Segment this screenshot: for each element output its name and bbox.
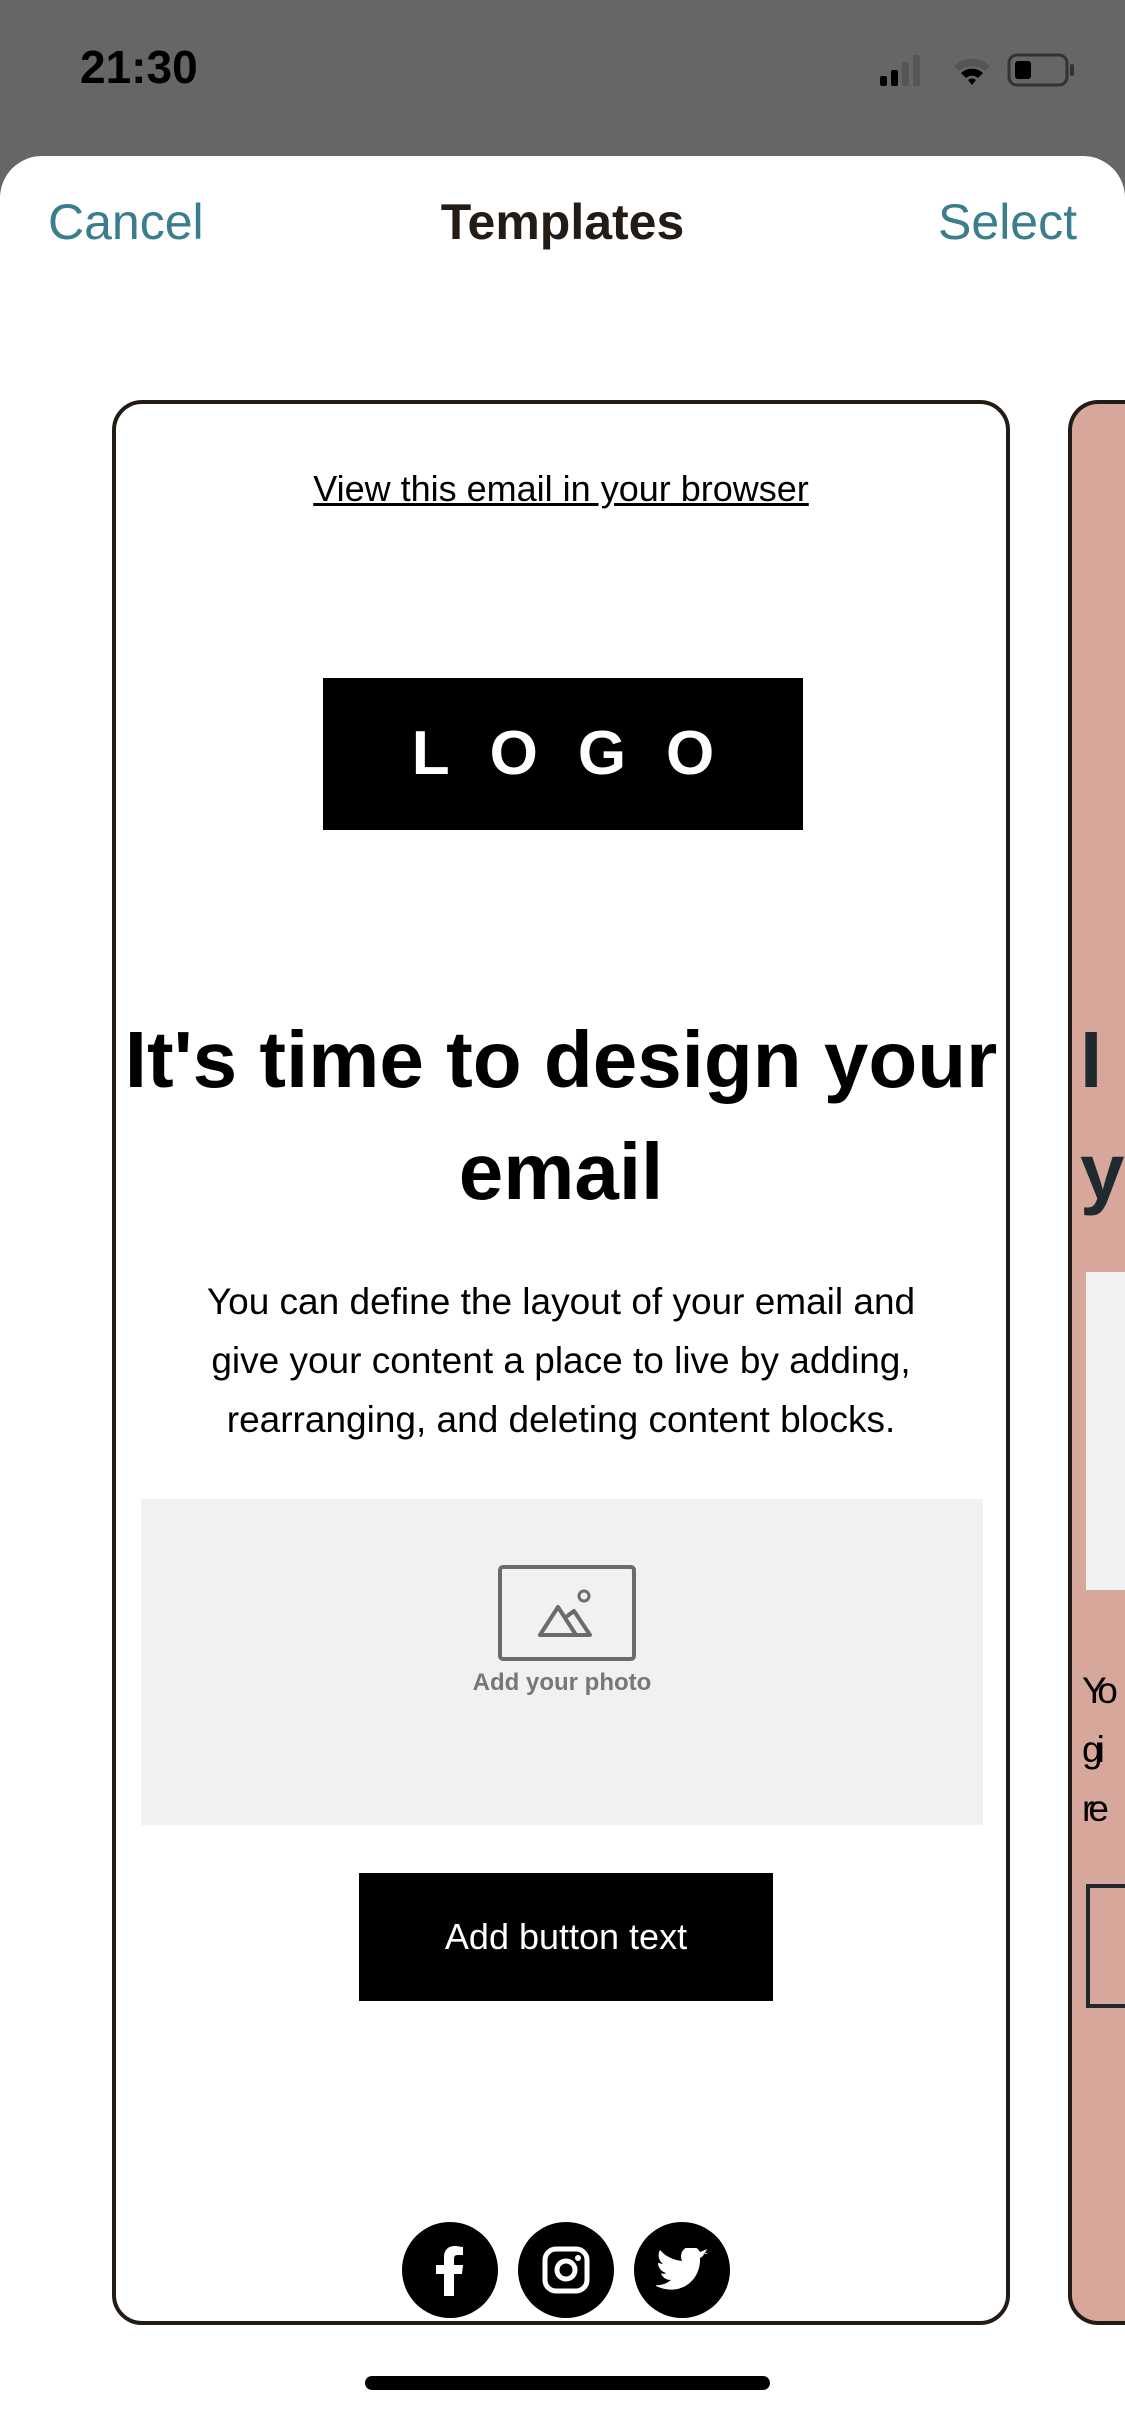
battery-icon [1007,53,1074,87]
cta-button[interactable]: Add button text [359,1873,773,2001]
status-time: 21:30 [80,41,198,93]
email-body-text: You can define the layout of your email … [206,1281,916,1440]
template2-body: Yo gi re [1082,1670,1118,1829]
template2-heading: I y [1080,1015,1125,1216]
logo-placeholder: LOGO [323,678,803,830]
home-indicator[interactable] [365,2376,770,2390]
template2-button [1086,1884,1125,2008]
select-button[interactable]: Select [938,190,1077,254]
cancel-button[interactable]: Cancel [48,190,204,254]
signal-icon [880,55,920,86]
photo-placeholder[interactable]: Add your photo [141,1499,983,1825]
image-icon [498,1565,636,1661]
template2-photo [1086,1272,1125,1590]
instagram-icon[interactable] [518,2222,614,2318]
wifi-icon [954,58,990,85]
photo-label: Add your photo [472,1669,652,1696]
email-heading: It's time to design your email [124,1015,998,1216]
facebook-icon[interactable] [402,2222,498,2318]
template-card[interactable]: View this email in your browser LOGO It'… [112,400,1010,2325]
view-in-browser-link[interactable]: View this email in your browser [116,468,1006,510]
template-card-2[interactable]: I y Yo gi re [1068,400,1125,2325]
status-icons [880,53,1074,87]
twitter-icon[interactable] [634,2222,730,2318]
